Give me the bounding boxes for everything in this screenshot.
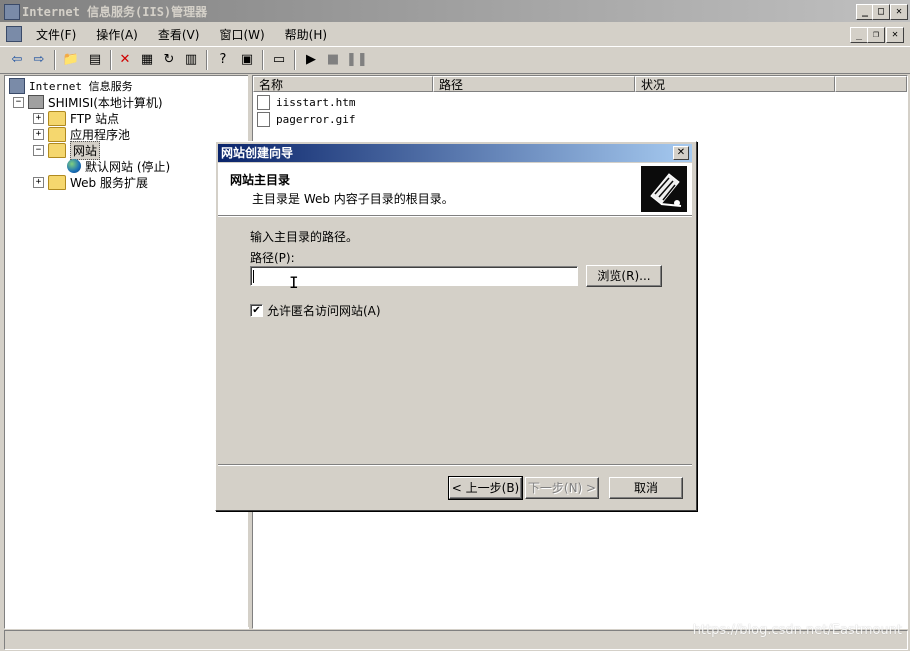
file-name: pagerror.gif: [276, 113, 356, 126]
wizard-step-subtitle: 主目录是 Web 内容子目录的根目录。: [252, 192, 454, 206]
tree-root-label: Internet 信息服务: [29, 80, 133, 93]
website-wizard-dialog: 网站创建向导 ✕ 网站主目录 主目录是 Web 内容子目录的根目录。 输入主目录…: [215, 141, 697, 511]
computer-icon[interactable]: ▭: [270, 51, 288, 69]
list-item[interactable]: iisstart.htm: [257, 95, 355, 110]
menu-action[interactable]: 操作(A): [90, 24, 144, 45]
column-header-path[interactable]: 路径: [433, 76, 635, 92]
up-folder-icon[interactable]: 📁: [62, 51, 80, 69]
child-close-button[interactable]: ✕: [886, 27, 904, 43]
back-arrow-icon[interactable]: ⇦: [8, 51, 26, 69]
iis-icon: [9, 78, 25, 94]
footer-divider: [218, 464, 692, 466]
watermark: https://blog.csdn.net/Eastmount: [692, 623, 902, 638]
toolbar: ⇦ ⇨ 📁 ▤ ✕ ▦ ↻ ▥ ? ▣ ▭ ▶ ■ ❚❚: [0, 46, 910, 74]
expand-icon[interactable]: +: [33, 128, 44, 140]
next-button[interactable]: 下一步(N) >: [525, 477, 599, 499]
toolbar-separator: [294, 50, 296, 70]
tree-pane[interactable]: Internet 信息服务 − SHIMISI(本地计算机) + FTP 站点 …: [4, 75, 249, 629]
toolbar-separator: [54, 50, 56, 70]
export-list-icon[interactable]: ▥: [182, 51, 200, 69]
tree-default-site-label: 默认网站 (停止): [85, 159, 171, 174]
child-restore-button[interactable]: ❐: [867, 27, 885, 43]
path-label: 路径(P):: [250, 251, 295, 265]
pause-icon[interactable]: ❚❚: [346, 51, 368, 69]
instruction-text: 输入主目录的路径。: [250, 230, 359, 244]
dialog-title: 网站创建向导: [221, 146, 294, 160]
properties-icon[interactable]: ▦: [138, 51, 156, 69]
tree-webext-label: Web 服务扩展: [70, 175, 148, 190]
maximize-button[interactable]: □: [872, 4, 890, 20]
menu-file[interactable]: 文件(F): [30, 24, 82, 45]
tree-ftp-label: FTP 站点: [70, 111, 120, 126]
start-icon[interactable]: ▶: [302, 51, 320, 69]
window-title: Internet 信息服务(IIS)管理器: [22, 4, 208, 19]
tree-web-extensions[interactable]: + Web 服务扩展: [33, 174, 148, 190]
collapse-icon[interactable]: −: [13, 96, 24, 108]
tree-server[interactable]: − SHIMISI(本地计算机): [13, 94, 163, 110]
menu-window[interactable]: 窗口(W): [213, 24, 270, 45]
show-tree-icon[interactable]: ▤: [86, 51, 104, 69]
text-caret: [253, 270, 254, 283]
file-name: iisstart.htm: [276, 96, 356, 109]
expand-icon[interactable]: +: [33, 176, 44, 188]
iis-app-icon: [4, 4, 20, 20]
globe-icon: [67, 159, 81, 173]
tree-server-label: SHIMISI(本地计算机): [48, 95, 163, 110]
dialog-close-button[interactable]: ✕: [673, 146, 689, 160]
menu-view[interactable]: 查看(V): [152, 24, 206, 45]
column-header-status[interactable]: 状况: [635, 76, 835, 92]
delete-icon[interactable]: ✕: [116, 51, 134, 69]
html-file-icon: [257, 95, 270, 110]
show-action-pane-icon[interactable]: ▣: [238, 51, 256, 69]
toolbar-separator: [110, 50, 112, 70]
column-header-name[interactable]: 名称: [253, 76, 433, 92]
folder-icon: [48, 174, 66, 190]
list-item[interactable]: pagerror.gif: [257, 112, 355, 127]
help-icon[interactable]: ?: [214, 51, 232, 69]
menu-bar: 文件(F) 操作(A) 查看(V) 窗口(W) 帮助(H) _ ❐ ✕: [0, 22, 910, 46]
wizard-header: 网站主目录 主目录是 Web 内容子目录的根目录。: [218, 163, 692, 215]
stop-icon[interactable]: ■: [324, 51, 342, 69]
anonymous-access-checkbox[interactable]: ✔: [250, 304, 263, 317]
browse-button[interactable]: 浏览(R)...: [586, 265, 662, 287]
child-minimize-button[interactable]: _: [850, 27, 868, 43]
dialog-title-bar: 网站创建向导 ✕: [218, 144, 692, 162]
toolbar-separator: [206, 50, 208, 70]
close-button[interactable]: ✕: [890, 4, 908, 20]
column-header-empty: [835, 76, 907, 92]
folder-icon: [48, 110, 66, 126]
folder-open-icon: [48, 142, 66, 158]
cancel-button[interactable]: 取消: [609, 477, 683, 499]
image-file-icon: [257, 112, 270, 127]
folder-icon: [48, 126, 66, 142]
back-button[interactable]: < 上一步(B): [448, 476, 523, 500]
anonymous-access-label[interactable]: 允许匿名访问网站(A): [267, 302, 381, 319]
window-title-bar: Internet 信息服务(IIS)管理器 _ □ ✕: [0, 0, 910, 22]
path-input[interactable]: [250, 266, 578, 286]
wizard-step-title: 网站主目录: [230, 173, 291, 187]
menu-help[interactable]: 帮助(H): [279, 24, 333, 45]
mmc-doc-icon: [6, 26, 22, 42]
tree-ftp-sites[interactable]: + FTP 站点: [33, 110, 119, 126]
computer-icon: [28, 95, 44, 109]
collapse-icon[interactable]: −: [33, 144, 44, 156]
refresh-icon[interactable]: ↻: [160, 51, 178, 69]
forward-arrow-icon[interactable]: ⇨: [30, 51, 48, 69]
toolbar-separator: [262, 50, 264, 70]
tree-default-site[interactable]: 默认网站 (停止): [67, 158, 170, 174]
tree-root[interactable]: Internet 信息服务: [9, 78, 133, 94]
expand-icon[interactable]: +: [33, 112, 44, 124]
ibeam-cursor-icon: I: [289, 273, 299, 292]
tree-websites[interactable]: − 网站: [33, 140, 101, 160]
wizard-book-icon: [641, 166, 687, 212]
header-divider: [218, 215, 692, 217]
